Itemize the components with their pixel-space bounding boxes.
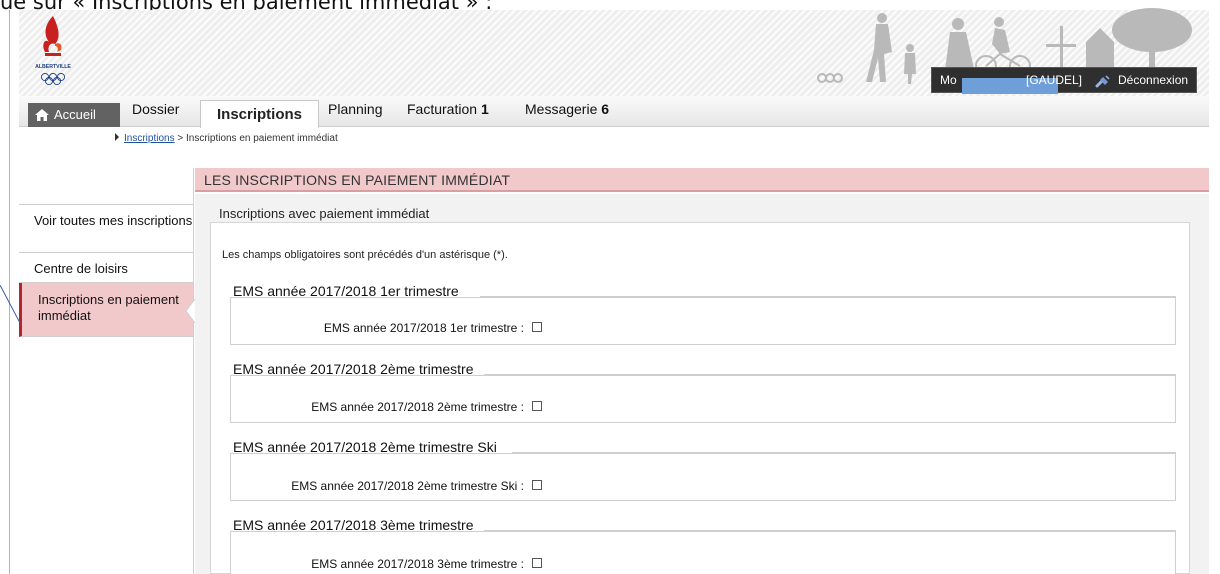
breadcrumb: Inscriptions > Inscriptions en paiement …: [115, 133, 338, 144]
sidebar-item-all-inscriptions[interactable]: Voir toutes mes inscriptions: [19, 205, 193, 253]
main-nav: Accueil Dossier Inscriptions Planning Fa…: [19, 96, 1209, 128]
annotation-line: [0, 285, 21, 324]
logout-link[interactable]: Déconnexion: [1118, 68, 1188, 92]
field-label-3eme-trimestre: EMS année 2017/2018 3ème trimestre :: [311, 557, 524, 571]
sidebar: Voir toutes mes inscriptions Centre de l…: [19, 168, 194, 574]
checkbox-1er-trimestre[interactable]: [532, 322, 542, 332]
checkbox-2eme-trimestre[interactable]: [532, 401, 542, 411]
user-bar: Mo [GAUDEL] Déconnexion: [931, 67, 1197, 94]
checkbox-2eme-trimestre-ski[interactable]: [532, 480, 542, 490]
user-prefix: Mo: [940, 73, 957, 87]
panel-title: Inscriptions avec paiement immédiat: [219, 206, 430, 221]
home-icon: [35, 109, 49, 121]
albertville-logo: ALBERTVILLE: [35, 16, 71, 86]
breadcrumb-arrow-icon: [115, 133, 119, 141]
nav-tab-inscriptions[interactable]: Inscriptions: [200, 100, 319, 128]
field-label-2eme-trimestre-ski: EMS année 2017/2018 2ème trimestre Ski :: [291, 479, 524, 493]
nav-badge-messagerie: 6: [601, 101, 610, 117]
section-title: LES INSCRIPTIONS EN PAIEMENT IMMÉDIAT: [195, 168, 1209, 192]
nav-item-messagerie[interactable]: Messagerie 6: [525, 100, 609, 118]
nav-item-dossier[interactable]: Dossier: [132, 100, 179, 118]
required-fields-note: Les champs obligatoires sont précédés d'…: [222, 249, 508, 261]
breadcrumb-separator: >: [177, 133, 184, 144]
user-name: [GAUDEL]: [1026, 73, 1083, 87]
nav-home-button[interactable]: Accueil: [28, 103, 120, 127]
nav-home-label: Accueil: [54, 107, 96, 122]
sidebar-item-centre-loisirs[interactable]: Centre de loisirs: [19, 253, 193, 283]
breadcrumb-link-inscriptions[interactable]: Inscriptions: [124, 133, 175, 144]
nav-item-planning[interactable]: Planning: [328, 100, 383, 118]
sidebar-item-paiement-immediat[interactable]: Inscriptions en paiement immédiat: [19, 283, 193, 337]
nav-item-facturation[interactable]: Facturation 1: [407, 100, 489, 118]
nav-badge-facturation: 1: [480, 101, 489, 117]
plug-icon: [1095, 75, 1110, 88]
group-box-2eme-trimestre-ski: [230, 453, 1176, 501]
checkbox-3eme-trimestre[interactable]: [532, 558, 542, 568]
logo-text: ALBERTVILLE: [35, 64, 71, 70]
field-label-1er-trimestre: EMS année 2017/2018 1er trimestre :: [323, 321, 524, 335]
field-label-2eme-trimestre: EMS année 2017/2018 2ème trimestre :: [311, 400, 524, 414]
breadcrumb-current: Inscriptions en paiement immédiat: [185, 133, 338, 144]
group-box-2eme-trimestre: [230, 375, 1176, 423]
